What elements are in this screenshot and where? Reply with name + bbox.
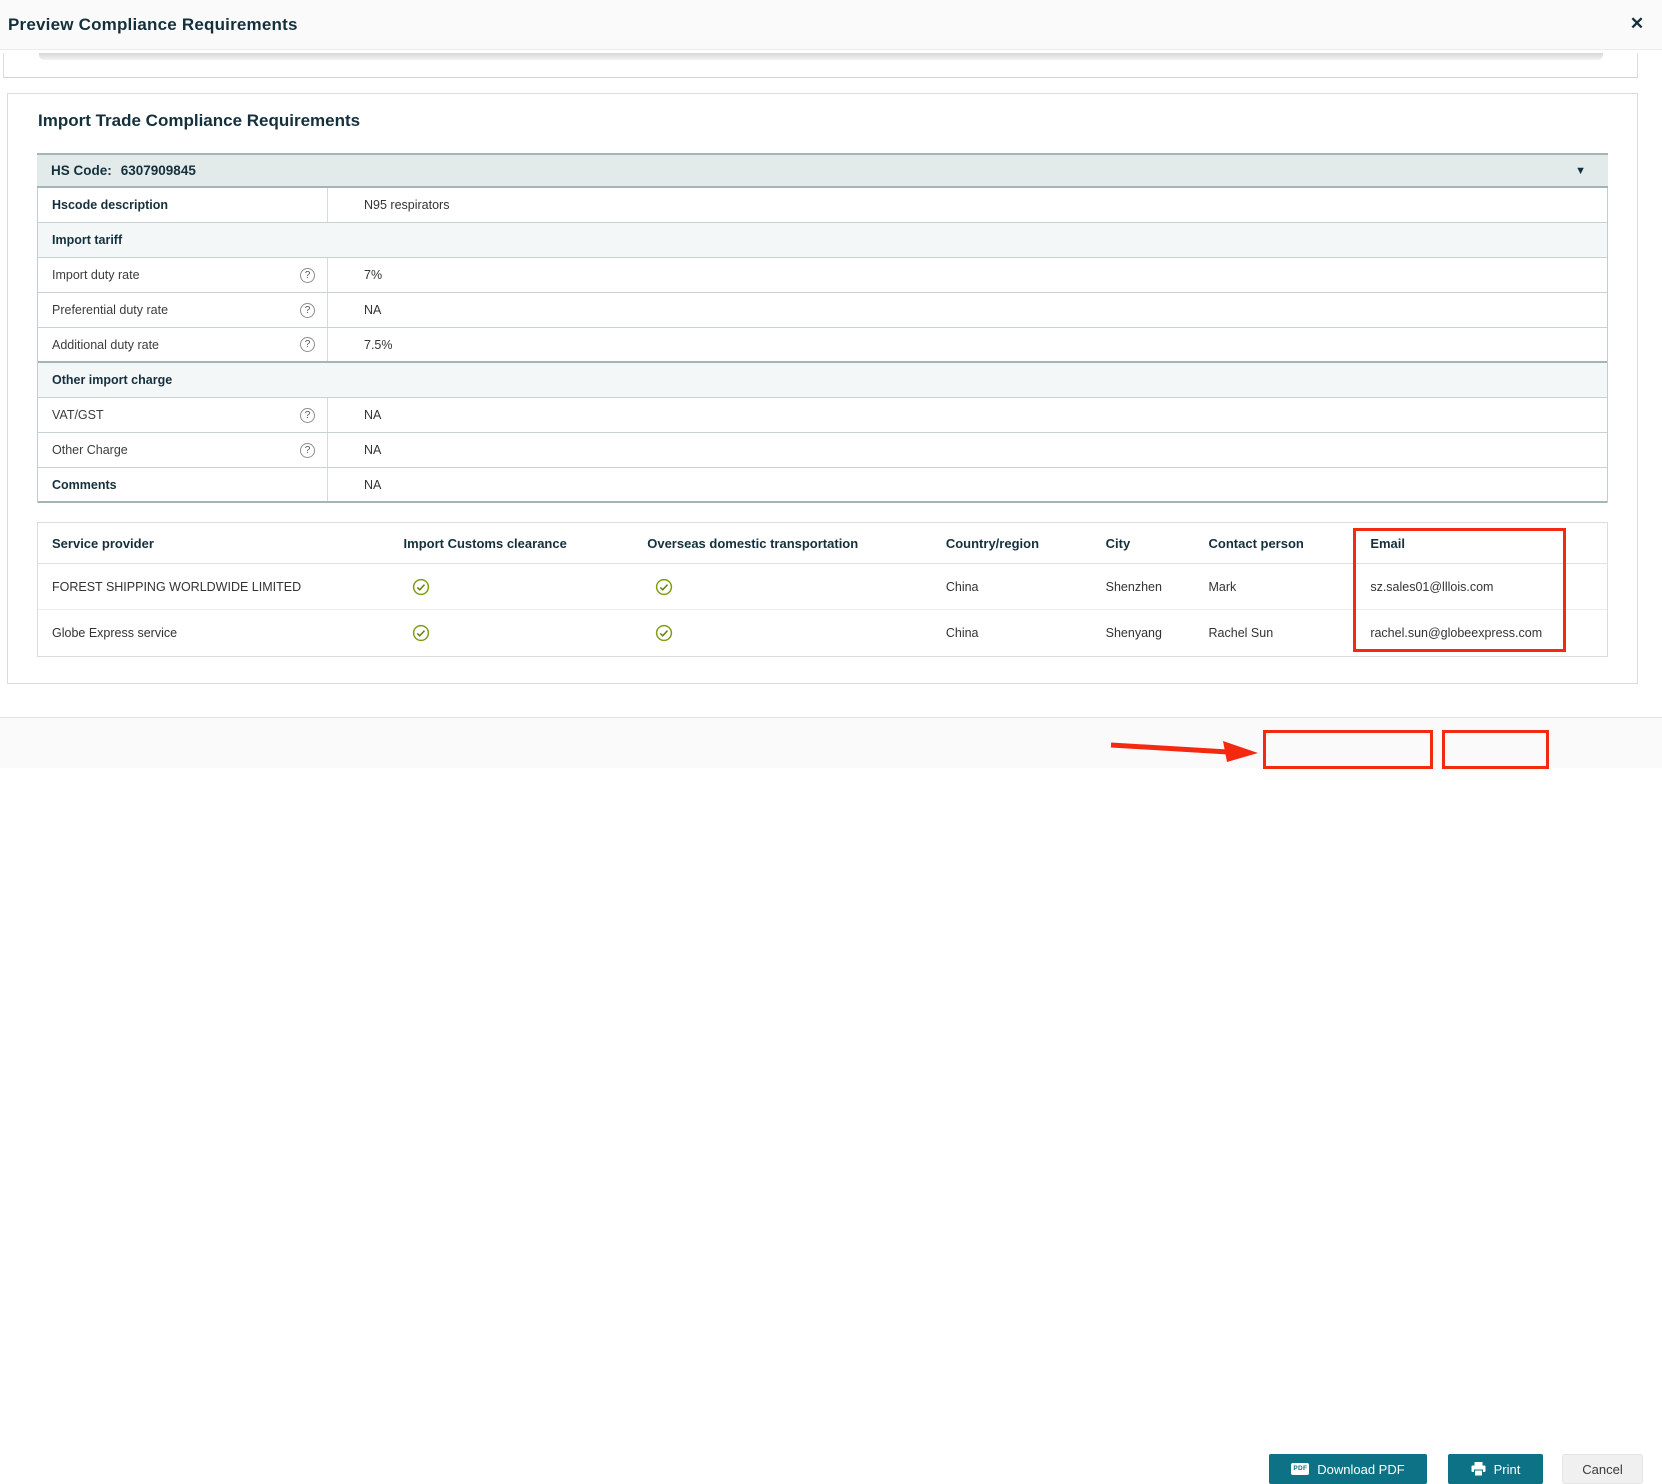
hs-code-panel: HS Code: 6307909845 ▼ Hscode description… bbox=[37, 153, 1608, 503]
row-label: Hscode description bbox=[52, 198, 168, 212]
cell-contact-person: Mark bbox=[1208, 579, 1237, 594]
pdf-icon: PDF bbox=[1291, 1462, 1310, 1476]
row-label: Additional duty rate bbox=[52, 337, 160, 352]
modal-header: Preview Compliance Requirements ✕ bbox=[0, 0, 1662, 50]
provider-header-row: Service provider Import Customs clearance… bbox=[38, 523, 1607, 564]
help-icon[interactable]: ? bbox=[300, 302, 315, 318]
table-row: Import duty rate ? 7% bbox=[38, 258, 1607, 293]
help-icon[interactable]: ? bbox=[300, 267, 315, 283]
cell-email: sz.sales01@lllois.com bbox=[1370, 579, 1494, 594]
row-label: VAT/GST bbox=[52, 408, 104, 422]
column-header: Email bbox=[1356, 536, 1607, 551]
column-header: Import Customs clearance bbox=[390, 536, 634, 551]
column-header: Country/region bbox=[932, 536, 1092, 551]
help-icon[interactable]: ? bbox=[300, 337, 315, 352]
cell-overseas-domestic-transportation bbox=[633, 578, 932, 596]
provider-body: FOREST SHIPPING WORLDWIDE LIMITED China Sh… bbox=[38, 564, 1607, 656]
chevron-down-icon[interactable]: ▼ bbox=[1575, 165, 1594, 177]
table-row: Additional duty rate ? 7.5% bbox=[38, 328, 1607, 363]
table-section-row: Other import charge bbox=[38, 363, 1607, 398]
section-label: Other import charge bbox=[52, 373, 173, 387]
cell-service-provider: Globe Express service bbox=[52, 626, 178, 640]
card-title: Import Trade Compliance Requirements bbox=[38, 111, 361, 130]
table-row: Comments NA bbox=[38, 468, 1607, 503]
column-header: City bbox=[1092, 536, 1195, 551]
cell-service-provider: FOREST SHIPPING WORLDWIDE LIMITED bbox=[52, 579, 302, 594]
cell-country-region: China bbox=[945, 626, 979, 640]
row-label: Other Charge bbox=[52, 443, 128, 457]
check-circle-icon bbox=[655, 578, 673, 596]
check-circle-icon bbox=[412, 624, 430, 642]
cell-import-customs-clearance bbox=[390, 624, 634, 642]
column-header: Contact person bbox=[1195, 536, 1357, 551]
help-icon[interactable]: ? bbox=[300, 407, 315, 423]
print-label: Print bbox=[1493, 1461, 1521, 1477]
row-value: NA bbox=[364, 408, 382, 422]
row-value: 7.5% bbox=[364, 337, 393, 352]
row-value: N95 respirators bbox=[364, 198, 450, 212]
previous-panel-partial bbox=[3, 53, 1638, 78]
table-row: Hscode description N95 respirators bbox=[38, 188, 1607, 223]
close-icon: ✕ bbox=[1629, 14, 1645, 33]
provider-row: Globe Express service China Shenyang Rachel… bbox=[38, 610, 1607, 656]
cell-city: Shenzhen bbox=[1105, 579, 1162, 594]
section-label: Import tariff bbox=[52, 233, 123, 247]
column-header: Overseas domestic transportation bbox=[633, 536, 932, 551]
download-pdf-button[interactable]: PDF Download PDF bbox=[1269, 1454, 1427, 1484]
hs-detail-table: Hscode description N95 respirators Impor… bbox=[37, 188, 1608, 503]
print-button[interactable]: Print bbox=[1448, 1454, 1543, 1484]
modal-title: Preview Compliance Requirements bbox=[8, 14, 298, 34]
cell-email: rachel.sun@globeexpress.com bbox=[1370, 626, 1543, 640]
row-label: Preferential duty rate bbox=[52, 303, 169, 317]
cancel-button[interactable]: Cancel bbox=[1562, 1454, 1643, 1484]
row-value: 7% bbox=[364, 268, 383, 282]
column-header: Service provider bbox=[52, 535, 154, 551]
cell-country-region: China bbox=[945, 579, 979, 594]
cell-city: Shenyang bbox=[1105, 626, 1162, 640]
check-circle-icon bbox=[412, 578, 430, 596]
cell-contact-person: Rachel Sun bbox=[1208, 626, 1274, 640]
provider-row: FOREST SHIPPING WORLDWIDE LIMITED China Sh… bbox=[38, 564, 1607, 610]
table-row: Preferential duty rate ? NA bbox=[38, 293, 1607, 328]
close-button[interactable]: ✕ bbox=[1622, 9, 1652, 39]
table-section-row: Import tariff bbox=[38, 223, 1607, 258]
printer-icon bbox=[1471, 1462, 1486, 1476]
table-row: Other Charge ? NA bbox=[38, 433, 1607, 468]
row-value: NA bbox=[364, 303, 382, 317]
row-value: NA bbox=[364, 443, 382, 457]
service-provider-table: Service provider Import Customs clearance… bbox=[37, 522, 1608, 657]
cell-overseas-domestic-transportation bbox=[633, 624, 932, 642]
download-pdf-label: Download PDF bbox=[1317, 1461, 1405, 1477]
help-icon[interactable]: ? bbox=[300, 442, 315, 458]
hs-code-value: 6307909845 bbox=[120, 163, 196, 178]
row-label: Comments bbox=[52, 477, 117, 492]
hs-code-label: HS Code: bbox=[51, 163, 112, 178]
import-compliance-card: Import Trade Compliance Requirements HS … bbox=[7, 93, 1638, 684]
row-label: Import duty rate bbox=[52, 268, 140, 282]
panel-shadow-strip bbox=[39, 53, 1603, 60]
footer-bar: PDF Download PDF Print Cancel bbox=[0, 717, 1662, 1484]
row-value: NA bbox=[364, 477, 382, 492]
hs-code-accordion-header[interactable]: HS Code: 6307909845 ▼ bbox=[37, 153, 1608, 188]
table-row: VAT/GST ? NA bbox=[38, 398, 1607, 433]
check-circle-icon bbox=[655, 624, 673, 642]
cell-import-customs-clearance bbox=[390, 578, 634, 596]
